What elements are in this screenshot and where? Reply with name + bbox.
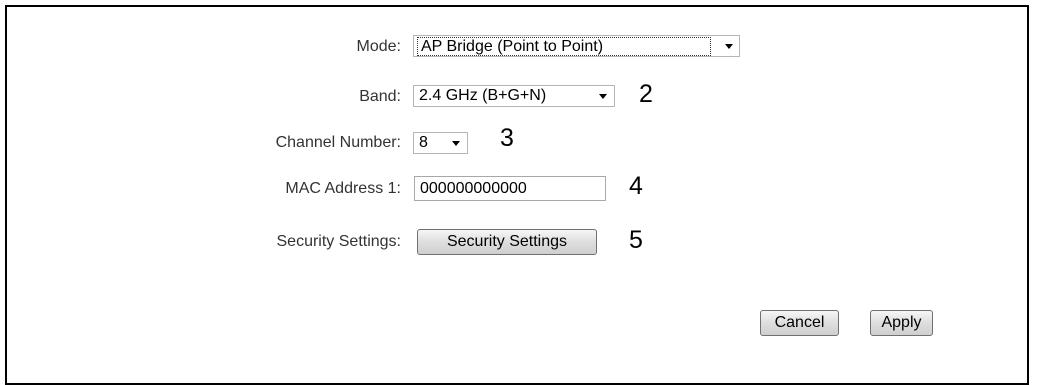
- band-callout-number: 2: [639, 80, 653, 108]
- security-settings-label: Security Settings:: [276, 233, 402, 250]
- channel-select[interactable]: 8: [413, 132, 468, 154]
- chevron-down-icon: [599, 94, 607, 99]
- mode-value: AP Bridge (Point to Point): [417, 37, 711, 56]
- security-settings-button[interactable]: Security Settings: [417, 229, 597, 255]
- mac-address-input[interactable]: 000000000000: [414, 176, 606, 201]
- band-value: 2.4 GHz (B+G+N): [419, 87, 547, 104]
- mode-select[interactable]: AP Bridge (Point to Point): [413, 35, 740, 57]
- band-label: Band:: [359, 88, 401, 105]
- chevron-down-icon: [452, 141, 460, 146]
- security-callout-number: 5: [629, 226, 643, 254]
- apply-button[interactable]: Apply: [870, 310, 933, 336]
- mac-address-label: MAC Address 1:: [285, 180, 401, 197]
- mac-callout-number: 4: [629, 172, 643, 200]
- cancel-button[interactable]: Cancel: [760, 310, 839, 336]
- channel-label: Channel Number:: [275, 134, 401, 151]
- chevron-down-icon: [725, 44, 733, 49]
- channel-value: 8: [419, 134, 428, 151]
- channel-callout-number: 3: [500, 124, 514, 152]
- mode-label: Mode:: [356, 38, 401, 55]
- band-select[interactable]: 2.4 GHz (B+G+N): [413, 85, 615, 107]
